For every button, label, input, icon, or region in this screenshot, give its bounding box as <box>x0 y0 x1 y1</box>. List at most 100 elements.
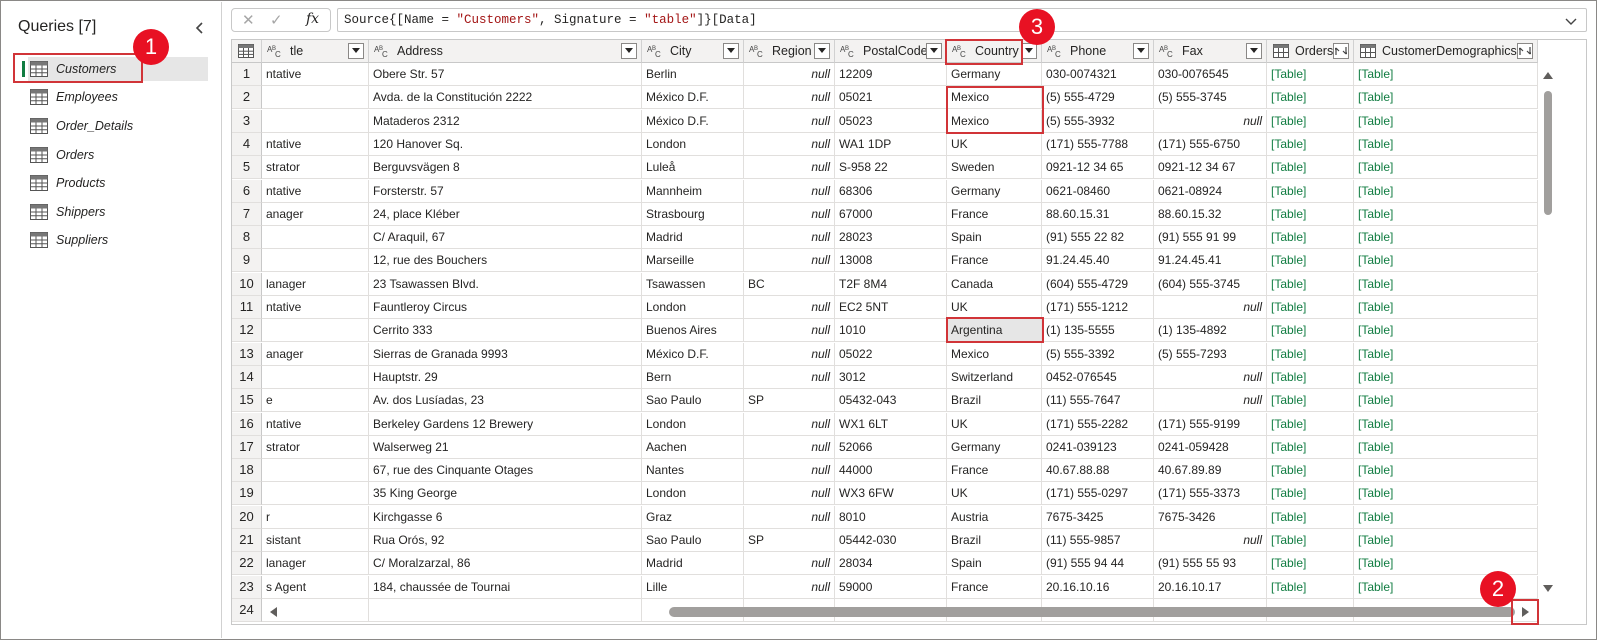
query-item[interactable]: Employees <box>28 85 208 109</box>
table-cell[interactable]: ntative <box>262 132 369 156</box>
table-link-cell[interactable]: [Table] <box>1267 86 1354 110</box>
table-cell[interactable]: null <box>744 342 835 366</box>
table-cell[interactable]: Strasbourg <box>642 202 744 226</box>
table-link-cell[interactable]: [Table] <box>1354 179 1538 203</box>
table-link-cell[interactable]: [Table] <box>1354 342 1538 366</box>
table-cell[interactable]: WA1 1DP <box>835 132 947 156</box>
table-cell[interactable]: null <box>1154 529 1267 552</box>
table-cell[interactable]: ntative <box>262 296 369 319</box>
table-cell[interactable] <box>262 459 369 483</box>
table-cell[interactable]: Buenos Aires <box>642 319 744 343</box>
table-cell[interactable]: Germany <box>947 435 1042 459</box>
row-number[interactable]: 16 <box>232 412 262 436</box>
table-link-cell[interactable]: [Table] <box>1267 459 1354 483</box>
table-cell[interactable]: 0921-12 34 65 <box>1042 156 1154 180</box>
row-number[interactable]: 19 <box>232 482 262 506</box>
fx-icon[interactable]: fx <box>306 11 319 27</box>
text-type-icon[interactable]: A BC <box>839 44 859 58</box>
query-item[interactable]: Products <box>28 171 208 195</box>
table-cell[interactable]: lanager <box>262 552 369 576</box>
table-cell[interactable]: 13008 <box>835 249 947 273</box>
table-cell[interactable]: null <box>744 249 835 273</box>
table-cell[interactable]: WX3 6FW <box>835 482 947 506</box>
table-cell[interactable]: France <box>947 202 1042 226</box>
table-cell[interactable]: (1) 135-5555 <box>1042 319 1154 343</box>
table-cell[interactable]: 8010 <box>835 505 947 529</box>
table-link-cell[interactable]: [Table] <box>1354 86 1538 110</box>
row-number[interactable]: 8 <box>232 226 262 250</box>
table-cell[interactable]: Kirchgasse 6 <box>369 505 642 529</box>
table-cell[interactable]: London <box>642 132 744 156</box>
table-cell[interactable]: Sao Paulo <box>642 529 744 552</box>
table-link-cell[interactable]: [Table] <box>1354 226 1538 250</box>
table-link-cell[interactable]: [Table] <box>1354 365 1538 389</box>
table-type-icon[interactable] <box>1358 44 1378 58</box>
table-cell[interactable]: anager <box>262 342 369 366</box>
table-cell[interactable]: e <box>262 389 369 413</box>
table-cell[interactable]: Rua Orós, 92 <box>369 529 642 552</box>
filter-dropdown-icon[interactable] <box>1021 43 1037 59</box>
table-cell[interactable] <box>262 319 369 343</box>
table-link-cell[interactable]: [Table] <box>1267 226 1354 250</box>
table-link-cell[interactable]: [Table] <box>1354 389 1538 413</box>
table-cell[interactable]: 1010 <box>835 319 947 343</box>
table-cell[interactable]: 030-0076545 <box>1154 63 1267 86</box>
table-cell[interactable]: Nantes <box>642 459 744 483</box>
table-link-cell[interactable]: [Table] <box>1267 179 1354 203</box>
table-cell[interactable]: 0621-08460 <box>1042 179 1154 203</box>
table-cell[interactable]: null <box>744 226 835 250</box>
table-cell[interactable]: Luleå <box>642 156 744 180</box>
table-cell[interactable]: 3012 <box>835 365 947 389</box>
table-cell[interactable]: (5) 555-3392 <box>1042 342 1154 366</box>
table-cell[interactable]: UK <box>947 296 1042 319</box>
table-cell[interactable]: Obere Str. 57 <box>369 63 642 86</box>
table-cell[interactable]: null <box>744 552 835 576</box>
table-link-cell[interactable]: [Table] <box>1267 156 1354 180</box>
table-cell[interactable]: 91.24.45.41 <box>1154 249 1267 273</box>
table-link-cell[interactable]: [Table] <box>1354 482 1538 506</box>
filter-dropdown-icon[interactable] <box>1246 43 1262 59</box>
table-cell[interactable]: null <box>744 482 835 506</box>
table-link-cell[interactable]: [Table] <box>1354 132 1538 156</box>
table-cell[interactable]: (171) 555-3373 <box>1154 482 1267 506</box>
table-cell[interactable]: Aachen <box>642 435 744 459</box>
text-type-icon[interactable]: A BC <box>1046 44 1066 58</box>
text-type-icon[interactable]: A BC <box>266 44 286 58</box>
table-link-cell[interactable]: [Table] <box>1267 575 1354 599</box>
table-cell[interactable]: Marseille <box>642 249 744 273</box>
table-cell[interactable]: null <box>744 365 835 389</box>
table-cell[interactable]: UK <box>947 412 1042 436</box>
table-cell[interactable]: Argentina <box>947 319 1042 343</box>
table-cell[interactable] <box>262 86 369 110</box>
table-link-cell[interactable]: [Table] <box>1267 272 1354 296</box>
table-cell[interactable]: null <box>744 86 835 110</box>
row-number[interactable]: 18 <box>232 459 262 483</box>
column-header[interactable]: Orders <box>1267 40 1354 63</box>
table-cell[interactable]: Graz <box>642 505 744 529</box>
table-cell[interactable]: France <box>947 459 1042 483</box>
row-number[interactable]: 23 <box>232 575 262 599</box>
table-cell[interactable]: 05442-030 <box>835 529 947 552</box>
select-all-corner[interactable] <box>232 40 262 63</box>
table-cell[interactable]: (1) 135-4892 <box>1154 319 1267 343</box>
table-link-cell[interactable]: [Table] <box>1267 63 1354 86</box>
table-cell[interactable]: 05432-043 <box>835 389 947 413</box>
table-cell[interactable]: null <box>744 296 835 319</box>
table-cell[interactable]: 44000 <box>835 459 947 483</box>
table-cell[interactable]: Spain <box>947 226 1042 250</box>
table-cell[interactable] <box>262 365 369 389</box>
table-link-cell[interactable]: [Table] <box>1354 412 1538 436</box>
table-cell[interactable]: México D.F. <box>642 342 744 366</box>
table-link-cell[interactable]: [Table] <box>1354 459 1538 483</box>
commit-icon[interactable]: ✓ <box>270 11 283 29</box>
column-header[interactable]: A B C Country <box>947 40 1042 63</box>
row-number[interactable]: 1 <box>232 63 262 86</box>
table-cell[interactable]: London <box>642 296 744 319</box>
row-number[interactable]: 4 <box>232 132 262 156</box>
table-cell[interactable]: 24, place Kléber <box>369 202 642 226</box>
row-number[interactable]: 3 <box>232 109 262 133</box>
table-cell[interactable]: null <box>744 63 835 86</box>
table-cell[interactable]: (604) 555-4729 <box>1042 272 1154 296</box>
text-type-icon[interactable]: A BC <box>748 44 768 58</box>
expand-formula-icon[interactable] <box>1564 14 1578 28</box>
